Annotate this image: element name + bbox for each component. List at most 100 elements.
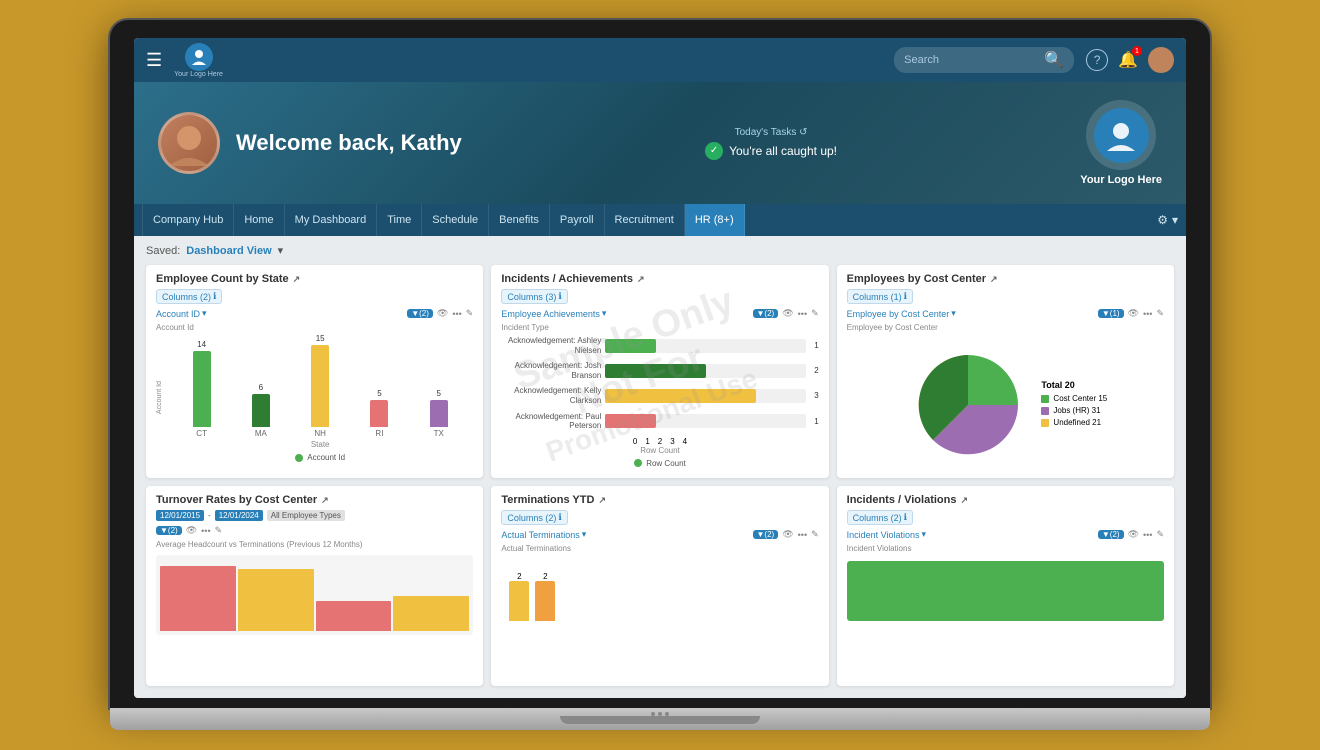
date-range-start[interactable]: 12/01/2015 bbox=[156, 510, 204, 521]
hbar-row-3: Acknowledgement: Kelly Clarkson 3 bbox=[501, 386, 818, 405]
expand-icon-incidents[interactable]: ↗ bbox=[637, 274, 645, 285]
welcome-right: Your Logo Here bbox=[1080, 100, 1162, 186]
laptop-base-dots bbox=[110, 708, 1210, 716]
filter-count-badge[interactable]: ▼(2) bbox=[407, 309, 433, 318]
nav-benefits[interactable]: Benefits bbox=[489, 204, 550, 236]
turnover-more-icon[interactable]: ••• bbox=[201, 526, 210, 536]
widget-title-terminations: Terminations YTD ↗ bbox=[501, 494, 818, 506]
turnover-toolbar: ▼(2) 👁 ••• ✎ bbox=[156, 525, 473, 536]
expand-icon-cost[interactable]: ↗ bbox=[990, 274, 998, 285]
columns-tag[interactable]: Columns (2) ℹ bbox=[156, 289, 222, 304]
notification-bell[interactable]: 🔔 1 bbox=[1118, 50, 1138, 70]
widget-incidents: Incidents / Achievements ↗ Columns (3) ℹ bbox=[491, 265, 828, 478]
term-more-icon[interactable]: ••• bbox=[798, 530, 807, 540]
incidents-actions: ▼(2) 👁 ••• ✎ bbox=[753, 308, 819, 319]
nav-time[interactable]: Time bbox=[377, 204, 422, 236]
view-icon[interactable]: 👁 bbox=[437, 308, 448, 319]
gear-icon: ⚙ bbox=[1157, 213, 1168, 227]
account-id-filter[interactable]: Account ID ▾ bbox=[156, 308, 207, 319]
expand-icon-viol[interactable]: ↗ bbox=[960, 495, 968, 506]
hamburger-icon[interactable]: ☰ bbox=[146, 50, 162, 71]
incidents-columns-tag[interactable]: Columns (3) ℹ bbox=[501, 289, 567, 304]
cost-view-icon[interactable]: 👁 bbox=[1128, 308, 1139, 319]
incidents-filter[interactable]: Employee Achievements ▾ bbox=[501, 308, 606, 319]
term-toolbar: Columns (2) ℹ bbox=[501, 510, 818, 525]
turnover-filter-row: 12/01/2015 - 12/01/2024 All Employee Typ… bbox=[156, 510, 473, 521]
nav-my-dashboard[interactable]: My Dashboard bbox=[285, 204, 378, 236]
caught-up-text: You're all caught up! bbox=[729, 144, 837, 158]
top-nav-icons: ? 🔔 1 bbox=[1086, 47, 1174, 73]
cost-more-icon[interactable]: ••• bbox=[1143, 309, 1152, 319]
laptop-base bbox=[110, 708, 1210, 730]
undefined-dot bbox=[1041, 419, 1049, 427]
nav-gear[interactable]: ⚙ ▾ bbox=[1157, 213, 1178, 227]
violations-bar bbox=[847, 561, 1164, 621]
turnover-actions: ▼(2) 👁 ••• ✎ bbox=[156, 525, 222, 536]
nav-payroll[interactable]: Payroll bbox=[550, 204, 605, 236]
cost-filter[interactable]: Employee by Cost Center ▾ bbox=[847, 308, 956, 319]
user-avatar-top[interactable] bbox=[1148, 47, 1174, 73]
expand-icon-term[interactable]: ↗ bbox=[598, 495, 606, 506]
turnover-action-row: ▼(2) 👁 ••• ✎ bbox=[156, 525, 473, 536]
incidents-toolbar: Columns (3) ℹ bbox=[501, 289, 818, 304]
logo-text-top: Your Logo Here bbox=[174, 71, 223, 78]
term-view-icon[interactable]: 👁 bbox=[782, 529, 793, 540]
nav-home[interactable]: Home bbox=[234, 204, 284, 236]
incidents-filter-badge[interactable]: ▼(2) bbox=[753, 309, 779, 318]
viol-filter[interactable]: Incident Violations ▾ bbox=[847, 529, 926, 540]
more-icon[interactable]: ••• bbox=[452, 309, 461, 319]
cost-filter-badge[interactable]: ▼(1) bbox=[1098, 309, 1124, 318]
incidents-more-icon[interactable]: ••• bbox=[798, 309, 807, 319]
widget-title-cost-center: Employees by Cost Center ↗ bbox=[847, 273, 1164, 285]
cost-columns-tag[interactable]: Columns (1) ℹ bbox=[847, 289, 913, 304]
nav-recruitment[interactable]: Recruitment bbox=[605, 204, 685, 236]
bar-tx: 5 TX bbox=[412, 389, 465, 438]
incidents-view-icon[interactable]: 👁 bbox=[782, 308, 793, 319]
viol-filter-badge[interactable]: ▼(2) bbox=[1098, 530, 1124, 539]
term-columns-tag[interactable]: Columns (2) ℹ bbox=[501, 510, 567, 525]
logo-brand-text: Your Logo Here bbox=[1080, 174, 1162, 186]
turnover-view-icon[interactable]: 👁 bbox=[186, 525, 197, 536]
term-filter-badge[interactable]: ▼(2) bbox=[753, 530, 779, 539]
tasks-label: Today's Tasks ↺ bbox=[705, 127, 837, 138]
turnover-filter-badge[interactable]: ▼(2) bbox=[156, 526, 182, 535]
edit-icon[interactable]: ✎ bbox=[466, 308, 474, 319]
nav-hr[interactable]: HR (8+) bbox=[685, 204, 745, 236]
gear-chevron: ▾ bbox=[1172, 213, 1178, 227]
viol-view-icon[interactable]: 👁 bbox=[1128, 529, 1139, 540]
viol-more-icon[interactable]: ••• bbox=[1143, 530, 1152, 540]
help-icon[interactable]: ? bbox=[1086, 49, 1108, 71]
nav-company-hub[interactable]: Company Hub bbox=[142, 204, 234, 236]
viol-edit-icon[interactable]: ✎ bbox=[1156, 529, 1164, 540]
laptop-wrapper: ☰ Your Logo Here 🔍 ? 🔔 bbox=[110, 20, 1210, 730]
welcome-text: Welcome back, Kathy bbox=[236, 130, 462, 156]
incidents-edit-icon[interactable]: ✎ bbox=[811, 308, 819, 319]
y-axis-label: Account Id bbox=[156, 381, 163, 414]
chart-y-label: Account Id bbox=[156, 323, 473, 332]
term-chart: 2 2 bbox=[501, 555, 818, 625]
nav-schedule[interactable]: Schedule bbox=[422, 204, 489, 236]
logo-area: Your Logo Here bbox=[174, 43, 223, 78]
search-bar[interactable]: 🔍 bbox=[894, 47, 1074, 73]
employee-by-cost: Employee by Cost Center bbox=[847, 323, 1164, 332]
widget-violations: Incidents / Violations ↗ Columns (2) ℹ I… bbox=[837, 486, 1174, 686]
expand-icon-turnover[interactable]: ↗ bbox=[321, 495, 329, 506]
turnover-edit-icon[interactable]: ✎ bbox=[215, 525, 223, 536]
pie-container: Total 20 Cost Center 15 Jobs (HR) 31 bbox=[847, 340, 1164, 470]
search-input[interactable] bbox=[904, 54, 1044, 66]
cost-edit-icon[interactable]: ✎ bbox=[1156, 308, 1164, 319]
term-filter-row: Actual Terminations ▾ ▼(2) 👁 ••• ✎ bbox=[501, 529, 818, 540]
hbar-x-axis: 0 1 2 3 4 bbox=[501, 437, 818, 446]
date-range-end[interactable]: 12/01/2024 bbox=[215, 510, 263, 521]
term-filter[interactable]: Actual Terminations ▾ bbox=[501, 529, 586, 540]
saved-view-link[interactable]: Dashboard View bbox=[186, 245, 271, 257]
widget-employee-count: Employee Count by State ↗ Columns (2) ℹ … bbox=[146, 265, 483, 478]
welcome-greeting: Welcome back, Kathy bbox=[236, 130, 462, 156]
term-edit-icon[interactable]: ✎ bbox=[811, 529, 819, 540]
turnover-chart bbox=[156, 555, 473, 635]
viol-columns-tag[interactable]: Columns (2) ℹ bbox=[847, 510, 913, 525]
expand-icon[interactable]: ↗ bbox=[293, 274, 301, 285]
logo-circle bbox=[185, 43, 213, 71]
employee-types-filter[interactable]: All Employee Types bbox=[267, 510, 345, 521]
top-nav: ☰ Your Logo Here 🔍 ? 🔔 bbox=[134, 38, 1186, 82]
